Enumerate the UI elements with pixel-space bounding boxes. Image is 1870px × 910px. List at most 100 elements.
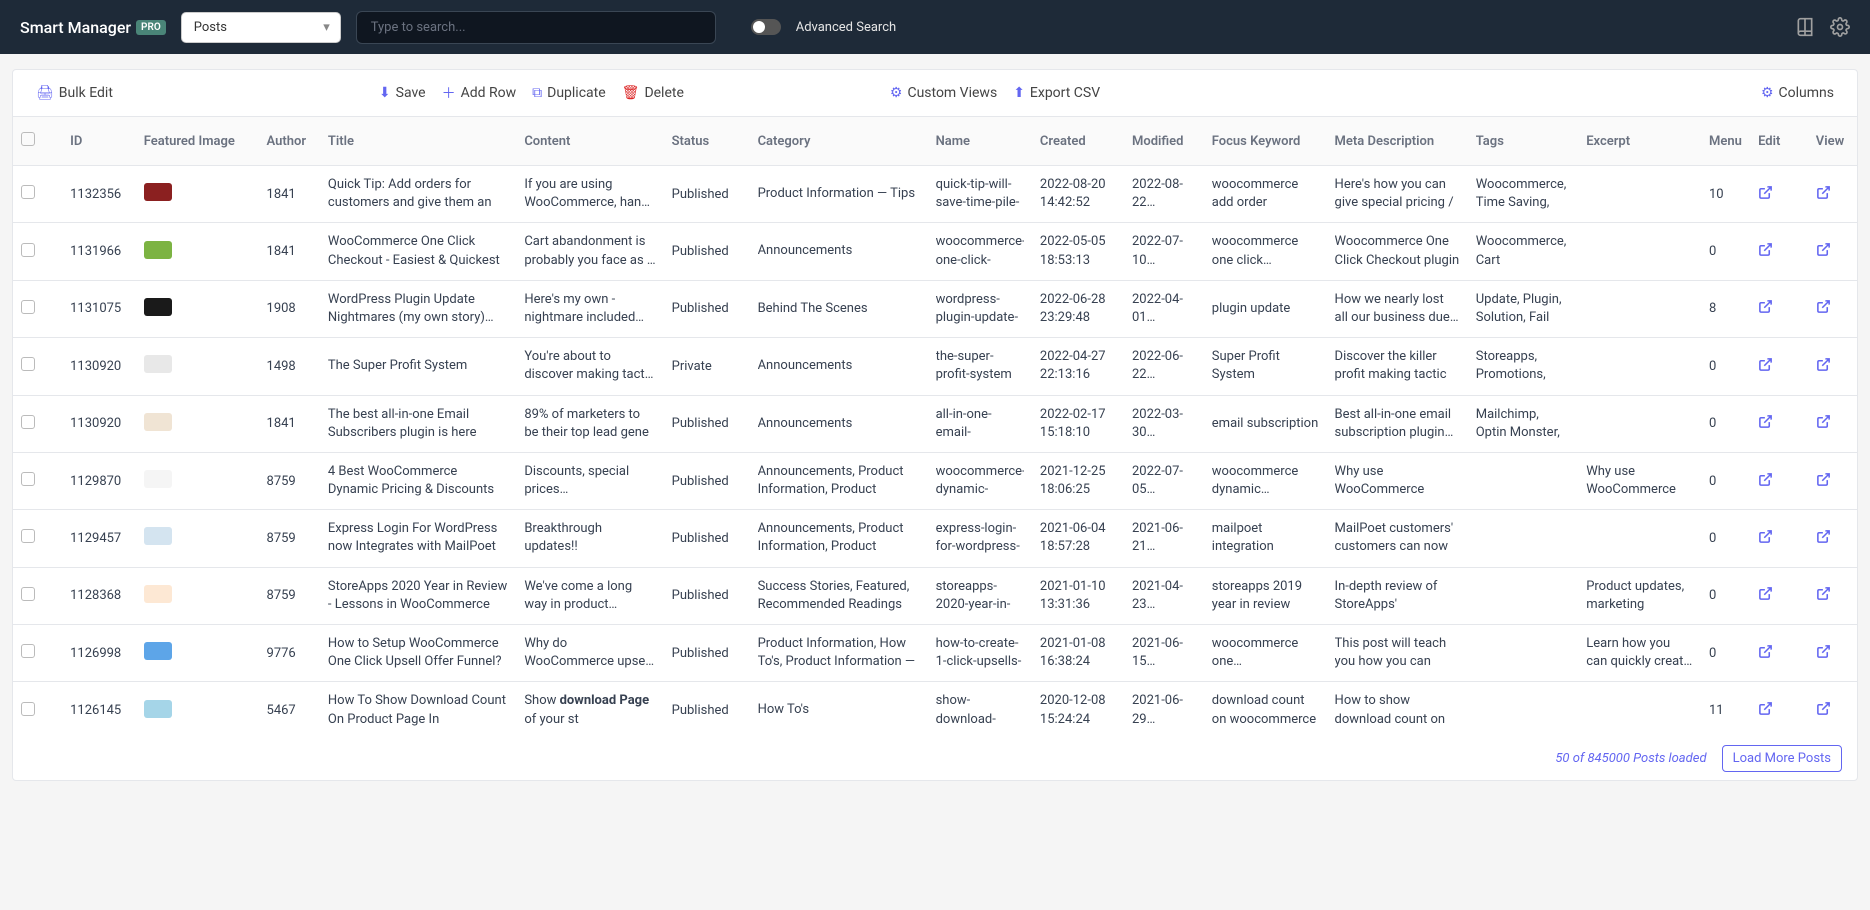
cell-name[interactable]: storeapps-2020-year-in-: [928, 567, 1032, 624]
cell-category[interactable]: Product Information, How To's, Product I…: [750, 625, 928, 682]
cell-tags[interactable]: [1468, 452, 1578, 509]
cell-name[interactable]: show-download-: [928, 682, 1032, 737]
cell-excerpt[interactable]: [1578, 166, 1701, 223]
col-excerpt[interactable]: Excerpt: [1578, 117, 1701, 166]
col-tags[interactable]: Tags: [1468, 117, 1578, 166]
cell-content[interactable]: Show download Page of your st: [516, 682, 663, 737]
cell-meta[interactable]: This post will teach you how you can: [1327, 625, 1468, 682]
cell-menu[interactable]: 0: [1701, 510, 1750, 567]
cell-tags[interactable]: Woocommerce, Cart: [1468, 223, 1578, 280]
cell-id[interactable]: 1130920: [62, 338, 136, 395]
cell-menu[interactable]: 0: [1701, 452, 1750, 509]
cell-modified[interactable]: 2021-04-23 14:02:12: [1124, 567, 1204, 624]
duplicate-button[interactable]: ⧉Duplicate: [524, 82, 614, 104]
cell-meta[interactable]: How we nearly lost all our business due …: [1327, 280, 1468, 337]
cell-status[interactable]: Published: [664, 682, 750, 737]
view-link[interactable]: [1808, 338, 1857, 395]
col-focus-keyword[interactable]: Focus Keyword: [1204, 117, 1327, 166]
cell-modified[interactable]: 2022-04-01 12:16:06: [1124, 280, 1204, 337]
col-modified[interactable]: Modified: [1124, 117, 1204, 166]
cell-status[interactable]: Published: [664, 166, 750, 223]
cell-modified[interactable]: 2022-07-05 11:06:47: [1124, 452, 1204, 509]
cell-focus[interactable]: woocommerce one click checkout: [1204, 223, 1327, 280]
cell-modified[interactable]: 2021-06-21 17:01:29: [1124, 510, 1204, 567]
row-checkbox[interactable]: [21, 300, 35, 314]
cell-meta[interactable]: In-depth review of StoreApps': [1327, 567, 1468, 624]
cell-category[interactable]: How To's: [750, 682, 928, 737]
cell-created[interactable]: 2021-06-04 18:57:28: [1032, 510, 1124, 567]
col-status[interactable]: Status: [664, 117, 750, 166]
cell-focus[interactable]: woocommerce add order: [1204, 166, 1327, 223]
cell-meta[interactable]: MailPoet customers' customers can now: [1327, 510, 1468, 567]
cell-created[interactable]: 2021-01-10 13:31:36: [1032, 567, 1124, 624]
cell-image[interactable]: [136, 338, 259, 395]
cell-created[interactable]: 2022-05-05 18:53:13: [1032, 223, 1124, 280]
cell-id[interactable]: 1131966: [62, 223, 136, 280]
cell-created[interactable]: 2020-12-08 15:24:24: [1032, 682, 1124, 737]
cell-tags[interactable]: Mailchimp, Optin Monster,: [1468, 395, 1578, 452]
cell-status[interactable]: Published: [664, 280, 750, 337]
cell-created[interactable]: 2021-12-25 18:06:25: [1032, 452, 1124, 509]
cell-category[interactable]: Announcements: [750, 338, 928, 395]
cell-author[interactable]: 8759: [259, 567, 320, 624]
table-wrap[interactable]: ID Featured Image Author Title Content S…: [13, 117, 1857, 737]
row-checkbox[interactable]: [21, 243, 35, 257]
cell-name[interactable]: all-in-one-email-: [928, 395, 1032, 452]
cell-status[interactable]: Private: [664, 338, 750, 395]
cell-menu[interactable]: 0: [1701, 223, 1750, 280]
cell-modified[interactable]: 2022-06-22 13:08:50: [1124, 338, 1204, 395]
cell-menu[interactable]: 11: [1701, 682, 1750, 737]
cell-status[interactable]: Published: [664, 395, 750, 452]
cell-title[interactable]: WooCommerce One Click Checkout - Easiest…: [320, 223, 516, 280]
cell-menu[interactable]: 0: [1701, 567, 1750, 624]
cell-focus[interactable]: Super Profit System: [1204, 338, 1327, 395]
cell-name[interactable]: the-super-profit-system: [928, 338, 1032, 395]
row-checkbox[interactable]: [21, 185, 35, 199]
edit-link[interactable]: [1750, 280, 1808, 337]
view-link[interactable]: [1808, 223, 1857, 280]
col-category[interactable]: Category: [750, 117, 928, 166]
edit-link[interactable]: [1750, 166, 1808, 223]
col-content[interactable]: Content: [516, 117, 663, 166]
cell-meta[interactable]: Here's how you can give special pricing …: [1327, 166, 1468, 223]
cell-author[interactable]: 1841: [259, 223, 320, 280]
add-row-button[interactable]: ＋Add Row: [434, 80, 525, 106]
edit-link[interactable]: [1750, 567, 1808, 624]
cell-category[interactable]: Announcements: [750, 223, 928, 280]
cell-meta[interactable]: Why use WooCommerce: [1327, 452, 1468, 509]
cell-image[interactable]: [136, 395, 259, 452]
row-checkbox[interactable]: [21, 702, 35, 716]
cell-content[interactable]: Why do WooCommerce upsell BOGO and other…: [516, 625, 663, 682]
cell-status[interactable]: Published: [664, 625, 750, 682]
cell-status[interactable]: Published: [664, 510, 750, 567]
col-author[interactable]: Author: [259, 117, 320, 166]
cell-author[interactable]: 8759: [259, 510, 320, 567]
custom-views-button[interactable]: ⚙Custom Views: [882, 82, 1005, 104]
edit-link[interactable]: [1750, 223, 1808, 280]
cell-name[interactable]: woocommerce-one-click-: [928, 223, 1032, 280]
cell-author[interactable]: 1841: [259, 395, 320, 452]
cell-tags[interactable]: [1468, 567, 1578, 624]
cell-title[interactable]: The best all-in-one Email Subscribers pl…: [320, 395, 516, 452]
cell-title[interactable]: Express Login For WordPress now Integrat…: [320, 510, 516, 567]
cell-id[interactable]: 1130920: [62, 395, 136, 452]
view-link[interactable]: [1808, 625, 1857, 682]
cell-focus[interactable]: woocommerce one upsell,woocommerce: [1204, 625, 1327, 682]
cell-menu[interactable]: 0: [1701, 625, 1750, 682]
cell-menu[interactable]: 8: [1701, 280, 1750, 337]
cell-tags[interactable]: [1468, 682, 1578, 737]
cell-category[interactable]: Success Stories, Featured, Recommended R…: [750, 567, 928, 624]
cell-created[interactable]: 2022-02-17 15:18:10: [1032, 395, 1124, 452]
cell-tags[interactable]: Woocommerce, Time Saving,: [1468, 166, 1578, 223]
table-row[interactable]: 1131966 1841WooCommerce One Click Checkou…: [13, 223, 1857, 280]
cell-id[interactable]: 1126145: [62, 682, 136, 737]
cell-excerpt[interactable]: Learn how you can quickly create and: [1578, 625, 1701, 682]
cell-menu[interactable]: 0: [1701, 395, 1750, 452]
row-checkbox[interactable]: [21, 472, 35, 486]
row-checkbox[interactable]: [21, 644, 35, 658]
cell-content[interactable]: You're about to discover making tactic u…: [516, 338, 663, 395]
cell-title[interactable]: StoreApps 2020 Year in Review - Lessons …: [320, 567, 516, 624]
dashboard-select[interactable]: Posts: [181, 12, 341, 43]
table-row[interactable]: 11309201498The Super Profit SystemYou're…: [13, 338, 1857, 395]
cell-tags[interactable]: [1468, 510, 1578, 567]
